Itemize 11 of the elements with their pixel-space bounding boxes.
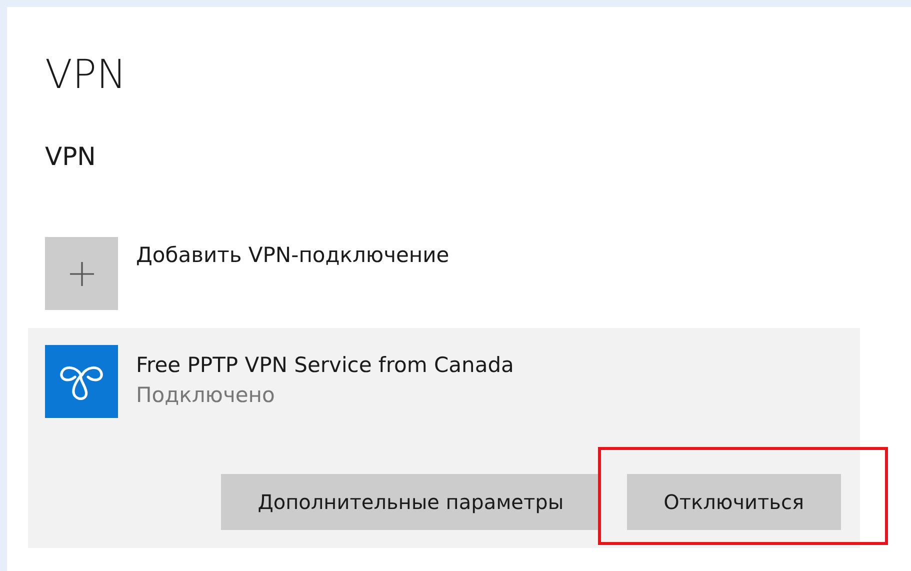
vpn-connection-item[interactable]: Free PPTP VPN Service from Canada Подключено Дополнительные параметры Отключиться	[28, 328, 860, 548]
vpn-icon	[45, 345, 118, 418]
add-connection-button[interactable]	[45, 237, 118, 310]
add-connection-label[interactable]: Добавить VPN-подключение	[136, 243, 450, 267]
page-title: VPN	[45, 51, 128, 100]
plus-icon	[68, 260, 94, 286]
connection-status: Подключено	[136, 383, 276, 407]
section-title: VPN	[45, 141, 97, 173]
advanced-options-button[interactable]: Дополнительные параметры	[220, 474, 601, 530]
disconnect-button[interactable]: Отключиться	[626, 474, 841, 530]
connection-name: Free PPTP VPN Service from Canada	[136, 353, 514, 377]
